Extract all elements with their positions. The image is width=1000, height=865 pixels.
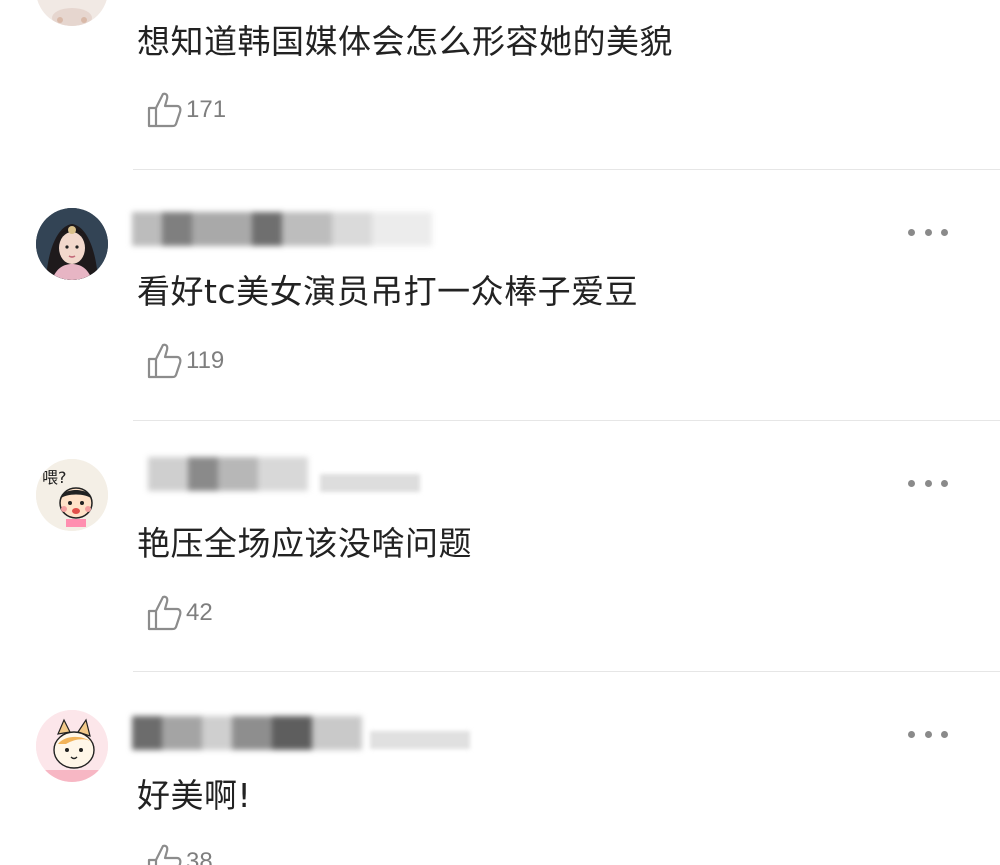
username-redacted[interactable] [148,457,308,491]
timestamp-redacted [320,473,420,498]
avatar-partial-icon[interactable] [36,0,108,26]
comment-item: 好美啊! 38 [0,672,1000,865]
thumbs-up-icon [147,595,182,631]
thumbs-up-icon [147,343,182,379]
comment-text: 好美啊! [137,776,252,815]
username-redacted[interactable] [132,212,442,246]
like-count: 119 [186,347,225,374]
like-count: 171 [186,96,227,123]
thumbs-up-icon [147,92,182,128]
more-dots-icon[interactable] [908,225,948,239]
comment-text: 看好tc美女演员吊打一众棒子爱豆 [137,272,639,311]
comment-item: 想知道韩国媒体会怎么形容她的美貌 171 [0,0,1000,170]
like-button[interactable]: 119 [146,341,224,381]
comment-item: 看好tc美女演员吊打一众棒子爱豆 119 [0,170,1000,421]
comment-item: 喂? 艳压全场应该没啥问题 42 [0,421,1000,672]
avatar-costume-girl-icon[interactable] [36,208,108,280]
like-button[interactable]: 38 [146,842,213,865]
timestamp-redacted [370,730,470,755]
like-count: 38 [186,848,213,865]
more-dots-icon[interactable] [908,727,948,741]
comment-feed: 想知道韩国媒体会怎么形容她的美貌 171 看好tc美女演员吊打一众棒子爱豆 11… [0,0,1000,865]
username-redacted[interactable] [132,716,362,750]
like-count: 42 [186,599,213,626]
more-dots-icon[interactable] [908,476,948,490]
thumbs-up-icon [147,844,182,865]
like-button[interactable]: 171 [146,90,226,130]
avatar-cartoon-cat-icon[interactable] [36,710,108,782]
comment-text: 想知道韩国媒体会怎么形容她的美貌 [137,22,673,61]
like-button[interactable]: 42 [146,593,213,633]
avatar-caption: 喂? [42,468,67,487]
comment-text: 艳压全场应该没啥问题 [137,524,472,563]
avatar-cartoon-wei-icon[interactable]: 喂? [36,459,108,531]
